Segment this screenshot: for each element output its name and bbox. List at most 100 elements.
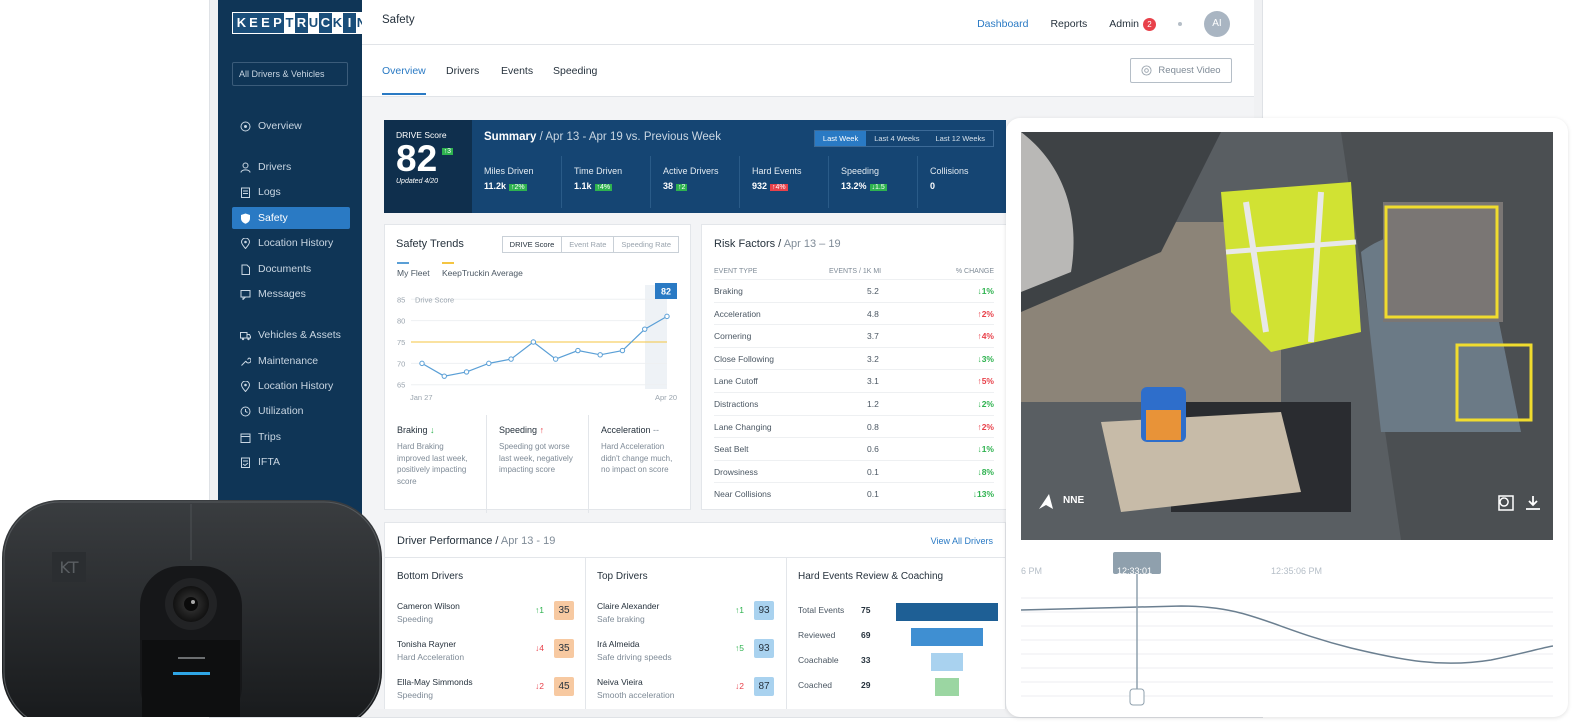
nav-reports[interactable]: Reports (1050, 18, 1087, 30)
trend-card-title: Acceleration -- (601, 425, 679, 435)
risk-factor-row[interactable]: Braking 5.2 ↓1% (714, 279, 994, 302)
my-fleet-data-point (619, 347, 626, 354)
seg-event-rate[interactable]: Event Rate (561, 237, 613, 252)
sidebar-item-label: IFTA (258, 456, 280, 468)
sidebar-item-documents[interactable]: Documents (232, 258, 350, 280)
risk-factor-row[interactable]: Seat Belt 0.6 ↓1% (714, 437, 994, 460)
seg-drive-score[interactable]: DRIVE Score (503, 237, 562, 252)
sidebar-item-drivers[interactable]: Drivers (232, 156, 350, 178)
sidebar-item-messages[interactable]: Messages (232, 283, 350, 305)
bottom-drivers-title: Bottom Drivers (397, 571, 464, 582)
metric-label: Speeding (841, 166, 880, 176)
sidebar-item-safety[interactable]: Safety (232, 207, 350, 229)
risk-factor-row[interactable]: Close Following 3.2 ↓3% (714, 346, 994, 370)
metric-change-badge: ↓1.5 (869, 184, 887, 191)
summary-title: Summary / Apr 13 - Apr 19 vs. Previous W… (484, 131, 721, 143)
sidebar-item-location-history[interactable]: Location History (232, 375, 350, 397)
metric-collisions[interactable]: Collisions 0 (917, 156, 1006, 208)
metric-active-drivers[interactable]: Active Drivers 38 ↑2 (650, 156, 739, 208)
risk-factor-row[interactable]: Lane Cutoff 3.1 ↑5% (714, 369, 994, 392)
tab-drivers[interactable]: Drivers (446, 65, 479, 77)
driver-vehicle-filter[interactable]: All Drivers & Vehicles (232, 62, 348, 86)
driver-rank-change: ↑1 (735, 605, 744, 615)
x-tick-label: Jan 27 (410, 393, 433, 402)
risk-factor-value: 3.7 (867, 331, 879, 342)
sidebar-item-vehicles-assets[interactable]: Vehicles & Assets (232, 324, 350, 346)
driver-score: 35 (554, 639, 574, 658)
funnel-value: 69 (861, 630, 871, 640)
trend-card-braking[interactable]: Braking ↓ Hard Braking improved last wee… (385, 415, 487, 513)
video-timeline[interactable]: 6 PM 12:33:01 12:35:06 PM (1020, 548, 1554, 708)
risk-factor-name: Cornering (714, 331, 752, 342)
sidebar-item-ifta[interactable]: IFTA (232, 451, 350, 473)
risk-factor-value: 4.8 (867, 308, 879, 319)
risk-factor-row[interactable]: Cornering 3.7 ↑4% (714, 324, 994, 347)
bottom-driver-row[interactable]: Ella-May Simmonds Speeding ↓2 45 (397, 677, 575, 700)
range-last-4-weeks[interactable]: Last 4 Weeks (866, 131, 927, 146)
top-driver-row[interactable]: Neiva Vieira Smooth acceleration ↓2 87 (597, 677, 775, 700)
funnel-label: Coachable (798, 655, 839, 665)
risk-factors-title: Risk Factors / Apr 13 – 19 (714, 238, 841, 250)
bottom-driver-row[interactable]: Tonisha Rayner Hard Acceleration ↓4 35 (397, 639, 575, 662)
sidebar-item-label: Utilization (258, 405, 304, 417)
sidebar-item-label: Messages (258, 288, 306, 300)
tab-speeding[interactable]: Speeding (553, 65, 597, 77)
trend-card-speeding[interactable]: Speeding ↑ Speeding got worse last week,… (487, 415, 589, 513)
tab-overview[interactable]: Overview (382, 65, 426, 95)
sidebar-item-location-history[interactable]: Location History (232, 232, 350, 254)
driver-reason: Speeding (397, 690, 433, 700)
metric-number: 38 (663, 181, 674, 191)
admin-label: Admin (1109, 17, 1139, 30)
risk-factor-row[interactable]: Lane Changing 0.8 ↑2% (714, 414, 994, 438)
sidebar-item-maintenance[interactable]: Maintenance (232, 350, 350, 372)
sidebar-item-trips[interactable]: Trips (232, 426, 350, 448)
nav-admin[interactable]: Admin 2 (1109, 17, 1156, 31)
my-fleet-data-point (642, 326, 648, 332)
risk-factor-row[interactable]: Distractions 1.2 ↓2% (714, 392, 994, 415)
event-video[interactable]: NNE (1021, 132, 1553, 540)
top-driver-row[interactable]: Claire Alexander Safe braking ↑1 93 (597, 601, 775, 624)
drive-score-panel: DRIVE Score 82 ↑3 Updated 4/20 (384, 120, 472, 213)
driver-reason: Smooth acceleration (597, 690, 675, 700)
risk-factors-card: Risk Factors / Apr 13 – 19 EVENT TYPE EV… (701, 224, 1007, 510)
avatar[interactable]: AI (1204, 11, 1230, 37)
metric-hard-events[interactable]: Hard Events 932 ↑4% (739, 156, 828, 208)
driver-performance-title: Driver Performance / Apr 13 - 19 (397, 535, 556, 547)
risk-factor-row[interactable]: Acceleration 4.8 ↑2% (714, 301, 994, 325)
shield-icon (241, 213, 250, 224)
metric-label: Hard Events (752, 166, 802, 176)
trend-card-acceleration[interactable]: Acceleration -- Hard Acceleration didn't… (589, 415, 691, 513)
summary-heading: Summary (484, 131, 537, 143)
metric-number: 13.2% (841, 181, 867, 191)
sidebar-item-overview[interactable]: Overview (232, 115, 350, 137)
pin-icon (240, 380, 251, 392)
risk-factor-row[interactable]: Drowsiness 0.1 ↓8% (714, 459, 994, 483)
metric-time-driven[interactable]: Time Driven 1.1k ↑4% (561, 156, 650, 208)
risk-factor-value: 3.1 (867, 376, 879, 387)
range-last-week[interactable]: Last Week (814, 131, 867, 146)
metric-speeding[interactable]: Speeding 13.2% ↓1.5 (828, 156, 917, 208)
sidebar-item-logs[interactable]: Logs (232, 181, 350, 203)
drive-score-updated: Updated 4/20 (396, 178, 439, 185)
request-video-button[interactable]: Request Video (1130, 58, 1232, 83)
safety-trends-title: Safety Trends (396, 238, 464, 250)
risk-factor-row[interactable]: Near Collisions 0.1 ↓13% (714, 482, 994, 505)
risk-factor-value: 0.1 (867, 466, 879, 477)
trend-metric-selector: DRIVE Score Event Rate Speeding Rate (501, 236, 679, 253)
tab-events[interactable]: Events (501, 65, 533, 77)
trend-acceleration-title: Acceleration (601, 425, 651, 435)
keeptruckin-logo[interactable]: KEEPTRUCKIN (232, 12, 372, 34)
bottom-driver-row[interactable]: Cameron Wilson Speeding ↑1 35 (397, 601, 575, 624)
range-last-12-weeks[interactable]: Last 12 Weeks (928, 131, 993, 146)
top-driver-row[interactable]: Irá Almeida Safe driving speeds ↑5 93 (597, 639, 775, 662)
funnel-bar (896, 603, 998, 621)
metric-miles-driven[interactable]: Miles Driven 11.2k ↑2% (472, 156, 561, 208)
x-tick-label: Apr 20 (655, 393, 677, 402)
admin-notification-badge: 2 (1143, 17, 1156, 31)
seg-speeding-rate[interactable]: Speeding Rate (613, 237, 678, 252)
current-week-highlight (645, 285, 667, 389)
view-all-drivers-link[interactable]: View All Drivers (931, 536, 993, 546)
risk-factor-change: ↑2% (977, 421, 994, 432)
sidebar-item-utilization[interactable]: Utilization (232, 400, 350, 422)
y-tick-label: 70 (397, 359, 405, 368)
